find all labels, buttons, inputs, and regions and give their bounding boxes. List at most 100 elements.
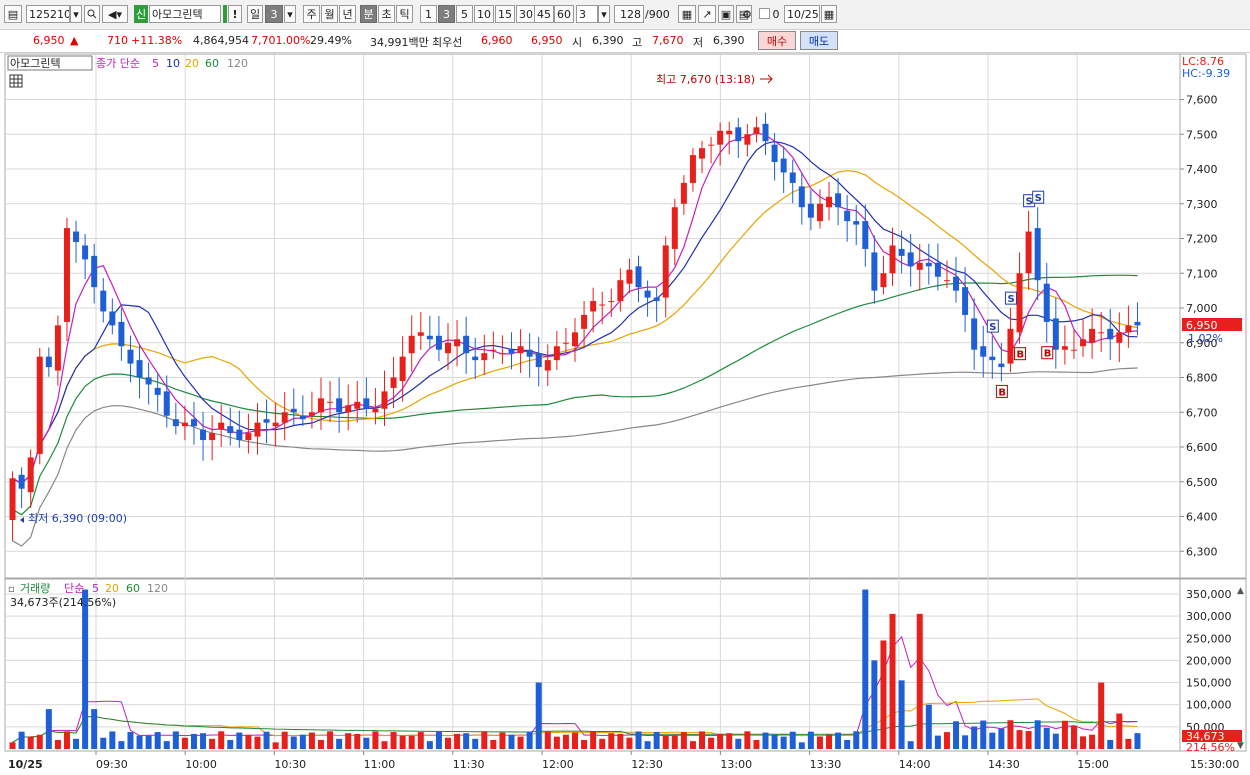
candle-body [345, 405, 352, 413]
volume-tick-label: 100,000 [1186, 699, 1232, 712]
window-menu-icon[interactable]: ▤ [4, 5, 22, 23]
interval-3-button[interactable]: 3 [438, 5, 455, 23]
candle-body [227, 426, 234, 434]
candle-body [1116, 332, 1123, 343]
save-icon[interactable]: ▣ [718, 5, 734, 23]
candle-body [807, 203, 814, 218]
time-axis-labels: 09:30 10:00 10:30 11:00 11:30 12:00 12:30 13:00… [95, 751, 1109, 771]
time-tick-label: 11:30 [453, 758, 485, 771]
scroll-up-icon[interactable]: ▲ [1237, 586, 1244, 596]
candle-body [780, 158, 787, 173]
volume-bar [372, 731, 379, 749]
price-tick-label: 7,100 [1186, 267, 1218, 280]
volume-bar [254, 736, 261, 749]
volume-tick-label: 250,000 [1186, 632, 1232, 645]
period-tick-button[interactable]: 틱 [396, 5, 413, 23]
interval-1-button[interactable]: 1 [420, 5, 437, 23]
date-input[interactable]: 10/25 [784, 5, 820, 23]
volume-bar [145, 735, 152, 749]
period-dropdown-icon[interactable]: ▾ [284, 5, 296, 23]
volume-bar [109, 731, 116, 749]
volume-bar [490, 739, 497, 749]
period-count-field[interactable]: 3 [265, 5, 283, 23]
candle-body [608, 301, 615, 303]
volume-bar [780, 736, 787, 749]
candle-body [399, 356, 406, 381]
time-tick-label: 14:00 [899, 758, 931, 771]
volume-bar [63, 731, 70, 749]
interval-5-button[interactable]: 5 [456, 5, 473, 23]
interval-45-button[interactable]: 45 [534, 5, 554, 23]
volume-bar [572, 732, 578, 749]
volume-bar [971, 726, 978, 749]
change-percent: +11.38% [131, 34, 183, 47]
candle-body [354, 401, 361, 409]
calendar-icon[interactable]: ▦ [821, 5, 837, 23]
candle-body [18, 474, 25, 489]
stock-code-input[interactable]: 125210 [26, 5, 70, 23]
stock-name-field[interactable]: 아모그린텍 [149, 5, 221, 23]
turnover-percent: 7,701.00% [251, 34, 311, 47]
zero-checkbox-label: 0 [772, 7, 780, 21]
scroll-down-icon[interactable]: ▼ [1237, 741, 1244, 751]
period-month-button[interactable]: 월 [321, 5, 338, 23]
period-minute-button[interactable]: 분 [360, 5, 377, 23]
buy-button[interactable]: 매수 [758, 31, 796, 50]
candle-body [644, 290, 651, 298]
zero-checkbox[interactable] [759, 8, 770, 19]
period-year-button[interactable]: 년 [339, 5, 356, 23]
interval-input[interactable]: 3 [576, 5, 598, 23]
interval-15-button[interactable]: 15 [495, 5, 515, 23]
volume-bar [1098, 682, 1105, 749]
interval-10-button[interactable]: 10 [474, 5, 494, 23]
candle-body [417, 332, 424, 336]
volume-bar [209, 738, 216, 749]
candle-body [998, 363, 1005, 368]
candle-body [708, 144, 715, 146]
drawing-tool-icon[interactable]: ↗ [698, 5, 716, 23]
candle-body [789, 172, 796, 183]
volume-collapse-icon[interactable]: ▫ [8, 584, 15, 595]
candle-body [172, 419, 179, 427]
candle-body [553, 346, 560, 361]
code-dropdown-icon[interactable]: ▾ [70, 5, 82, 23]
candle-body [798, 186, 805, 208]
time-tick-label: 14:30 [988, 758, 1020, 771]
time-tick-label: 13:00 [720, 758, 752, 771]
volume-bar [1107, 739, 1114, 749]
candle-body [535, 353, 542, 368]
volume-bar [826, 734, 833, 749]
data-count-input[interactable]: 128 [614, 5, 644, 23]
volume-bar [862, 589, 869, 749]
open-price: 6,390 [592, 34, 624, 47]
stock-chart[interactable]: SBSBS SB 7,6007,5007,4007,3007,2007,1007,… [0, 53, 1250, 775]
candle-body [1070, 349, 1077, 351]
price-tick-label: 7,300 [1186, 198, 1218, 211]
search-icon[interactable] [84, 5, 100, 23]
interval-30-button[interactable]: 30 [516, 5, 536, 23]
candle-body [490, 349, 497, 351]
table-toggle-icon[interactable] [9, 74, 23, 88]
interval-dropdown-icon[interactable]: ▾ [598, 5, 610, 23]
indicator-icon[interactable]: ▦ [678, 5, 696, 23]
best-label: 최우선 [432, 36, 463, 49]
sell-button[interactable]: 매도 [800, 31, 838, 50]
quote-bar: 6,950 ▲ 710 +11.38% 4,864,954 7,701.00% … [0, 30, 1250, 53]
settings-gear-icon[interactable]: ⚙ [740, 5, 754, 23]
period-week-button[interactable]: 주 [303, 5, 320, 23]
open-label: 시 [572, 36, 583, 49]
interval-60-button[interactable]: 60 [554, 5, 574, 23]
candle-body [327, 401, 334, 403]
candle-body [1125, 325, 1132, 333]
candle-body [236, 429, 243, 441]
speaker-icon[interactable]: ◀▾ [102, 5, 128, 23]
warning-button[interactable]: ! [228, 5, 242, 23]
candle-body [272, 422, 279, 427]
low-annotation: 최저 6,390 (09:00) [28, 512, 127, 525]
period-day-button[interactable]: 일 [247, 5, 263, 23]
volume-bar [299, 734, 306, 749]
volume-bar [916, 613, 923, 749]
candle-body [499, 353, 506, 355]
period-second-button[interactable]: 초 [378, 5, 395, 23]
candle-body [562, 342, 569, 344]
